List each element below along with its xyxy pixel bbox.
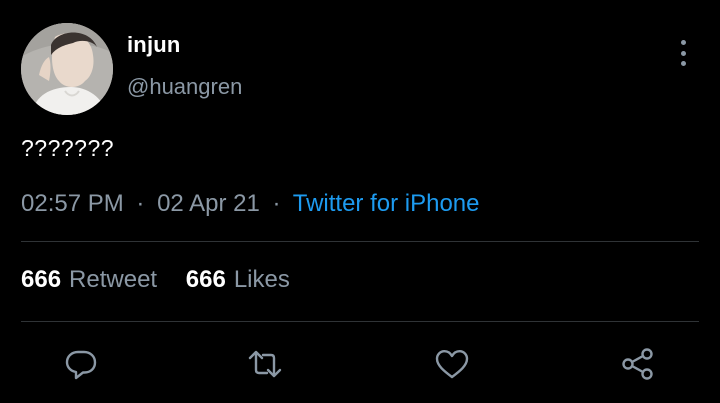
tweet-date[interactable]: 02 Apr 21 (157, 190, 260, 217)
username[interactable]: @huangren (127, 74, 242, 100)
more-dot (680, 50, 686, 56)
meta-separator: · (272, 190, 281, 217)
avatar-photo (21, 23, 113, 115)
heart-icon (435, 350, 469, 379)
retweets-label: Retweet (69, 266, 158, 293)
retweets-count: 666 (21, 266, 62, 293)
more-dot (680, 40, 686, 45)
share-icon (622, 348, 653, 380)
likes-count: 666 (185, 266, 226, 293)
retweets-stat[interactable]: 666 Retweet (21, 266, 157, 294)
display-name[interactable]: injun (127, 32, 181, 58)
likes-label: Likes (233, 266, 290, 293)
tweet-text: ??????? (21, 135, 115, 161)
tweet-meta: 02:57 PM · 02 Apr 21 · Twitter for iPhon… (21, 190, 479, 218)
like-button[interactable] (434, 346, 470, 382)
reply-button[interactable] (63, 346, 99, 382)
likes-stat[interactable]: 666 Likes (186, 266, 290, 294)
divider (21, 241, 699, 242)
tweet-stats: 666 Retweet 666 Likes (21, 266, 290, 294)
share-button[interactable] (620, 346, 656, 382)
retweet-button[interactable] (247, 346, 283, 382)
divider (21, 321, 699, 322)
more-vertical-icon[interactable] (676, 40, 690, 66)
reply-icon (65, 350, 97, 380)
tweet-time[interactable]: 02:57 PM (21, 190, 124, 217)
meta-separator: · (136, 190, 145, 217)
avatar[interactable] (21, 23, 113, 115)
more-dot (680, 61, 686, 66)
tweet-source-link[interactable]: Twitter for iPhone (293, 190, 480, 217)
retweet-icon (248, 350, 282, 378)
